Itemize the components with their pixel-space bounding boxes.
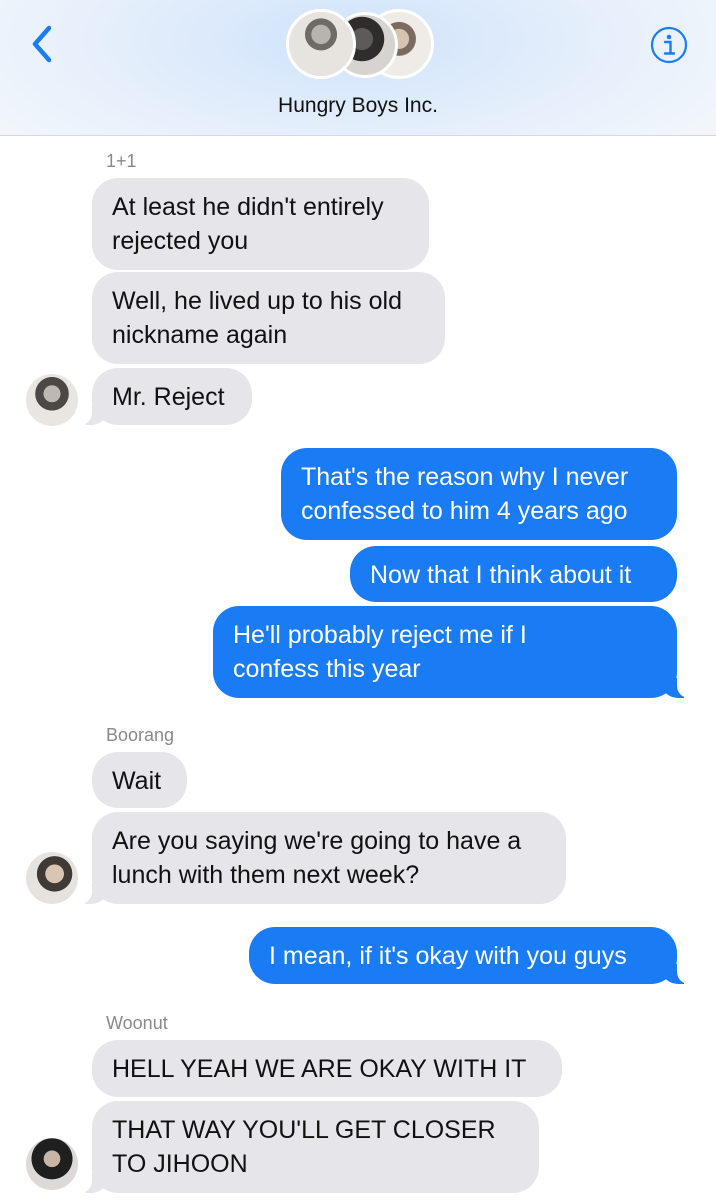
message-bubble-incoming[interactable]: Wait [92, 752, 187, 808]
avatar [286, 9, 356, 79]
sender-name: 1+1 [106, 151, 137, 171]
info-button[interactable] [650, 26, 688, 64]
group-avatars[interactable] [286, 6, 436, 82]
sender-name: Woonut [106, 1013, 168, 1033]
message-bubble-incoming[interactable]: HELL YEAH WE ARE OKAY WITH IT [92, 1040, 562, 1097]
message-bubble-incoming[interactable]: At least he didn't entirely rejected you [92, 178, 429, 270]
info-icon [650, 26, 688, 64]
conversation-header: Hungry Boys Inc. [0, 0, 716, 136]
sender-name: Boorang [106, 725, 175, 745]
sender-avatar [26, 1138, 78, 1190]
message-bubble-incoming[interactable]: Well, he lived up to his old nickname ag… [92, 272, 445, 364]
sender-avatar [26, 852, 78, 904]
message-bubble-outgoing[interactable]: I mean, if it's okay with you guys [249, 927, 691, 984]
message-bubble-incoming[interactable]: Are you saying we're going to have a lun… [78, 812, 566, 904]
chevron-left-icon [32, 25, 52, 63]
sender-avatar [26, 374, 78, 426]
message-bubble-incoming[interactable]: THAT WAY YOU'LL GET CLOSER TO JIHOON [78, 1101, 539, 1193]
conversation-title[interactable]: Hungry Boys Inc. [0, 94, 716, 118]
message-bubble-outgoing[interactable]: He'll probably reject me if I confess th… [213, 606, 691, 698]
message-bubble-incoming[interactable]: Mr. Reject [78, 368, 252, 425]
message-bubble-outgoing[interactable]: Now that I think about it [350, 546, 677, 602]
message-bubble-outgoing[interactable]: That's the reason why I never confessed … [281, 448, 677, 540]
back-button[interactable] [22, 24, 62, 64]
